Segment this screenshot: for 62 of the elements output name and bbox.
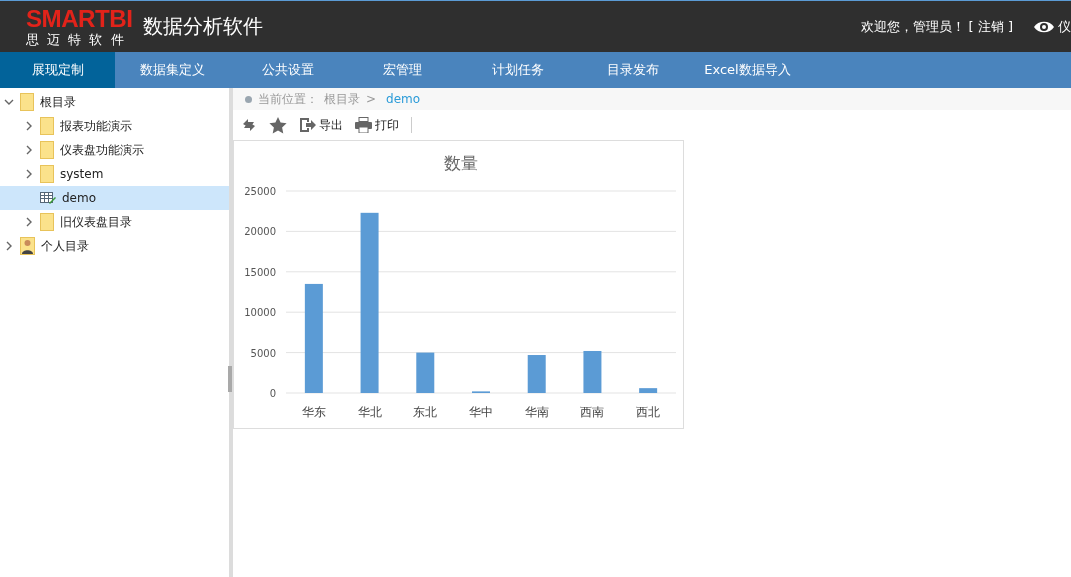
folder-icon (40, 117, 54, 135)
app-title: 数据分析软件 (143, 13, 264, 40)
tree-item[interactable]: 根目录 (0, 90, 229, 114)
nav-tab[interactable]: 计划任务 (460, 52, 575, 88)
chevron-right-icon[interactable] (24, 217, 34, 227)
table-edit-icon (40, 191, 56, 205)
nav-tab[interactable]: 目录发布 (575, 52, 690, 88)
refresh-button[interactable] (241, 117, 257, 133)
x-axis-label: 华北 (357, 405, 382, 419)
export-icon (299, 117, 316, 133)
y-axis-label: 0 (269, 388, 276, 399)
folder-icon (40, 141, 54, 159)
x-axis-label: 东北 (413, 405, 438, 419)
chevron-right-icon[interactable] (24, 121, 34, 131)
star-icon (269, 116, 287, 134)
view-link[interactable]: 仪 (1033, 17, 1071, 36)
logout-link[interactable]: [ 注销 ] (968, 17, 1013, 36)
chevron-right-icon[interactable] (24, 145, 34, 155)
y-axis-label: 10000 (244, 307, 276, 319)
nav-tab[interactable]: 数据集定义 (115, 52, 230, 88)
x-axis-label: 华南 (524, 405, 549, 419)
breadcrumb-separator: > (366, 92, 377, 106)
bar (583, 351, 602, 393)
splitter-handle[interactable] (228, 366, 232, 392)
x-axis-label: 西北 (636, 405, 661, 419)
export-button[interactable]: 导出 (299, 116, 343, 134)
welcome-text: 欢迎您，管理员！ (860, 17, 965, 36)
folder-icon (40, 165, 54, 183)
nav-tab[interactable]: 公共设置 (230, 52, 345, 88)
y-axis-label: 15000 (244, 266, 276, 278)
bar (527, 355, 546, 393)
folder-icon (20, 93, 34, 111)
eye-icon (1033, 19, 1055, 34)
bar (416, 352, 435, 393)
y-axis-label: 25000 (244, 186, 276, 197)
tree-item[interactable]: 仪表盘功能演示 (0, 138, 229, 162)
x-axis-label: 华中 (469, 405, 493, 419)
favorite-button[interactable] (269, 116, 287, 134)
y-axis-label: 20000 (244, 226, 276, 238)
tree-item[interactable]: 旧仪表盘目录 (0, 210, 229, 234)
tree-item[interactable]: 个人目录 (0, 234, 229, 258)
chart-title: 数量 (443, 153, 478, 173)
bar (639, 388, 658, 393)
nav-tab[interactable]: Excel数据导入 (690, 52, 805, 88)
tree-item[interactable]: demo (0, 186, 229, 210)
printer-icon (355, 117, 372, 133)
chevron-right-icon[interactable] (4, 241, 14, 251)
nav-tab[interactable]: 展现定制 (0, 52, 115, 88)
refresh-icon (241, 117, 257, 133)
tree-item[interactable]: system (0, 162, 229, 186)
user-icon (20, 237, 35, 255)
nav-tab[interactable]: 宏管理 (345, 52, 460, 88)
breadcrumb-label: 当前位置： (258, 90, 318, 108)
print-button[interactable]: 打印 (355, 116, 399, 134)
tree-item[interactable]: 报表功能演示 (0, 114, 229, 138)
y-axis-label: 5000 (250, 347, 276, 359)
chevron-down-icon[interactable] (4, 97, 14, 107)
x-axis-label: 华东 (301, 405, 326, 419)
chevron-right-icon[interactable] (24, 169, 34, 179)
folder-icon (40, 213, 54, 231)
dot-icon (245, 95, 252, 103)
x-axis-label: 西南 (580, 405, 605, 419)
